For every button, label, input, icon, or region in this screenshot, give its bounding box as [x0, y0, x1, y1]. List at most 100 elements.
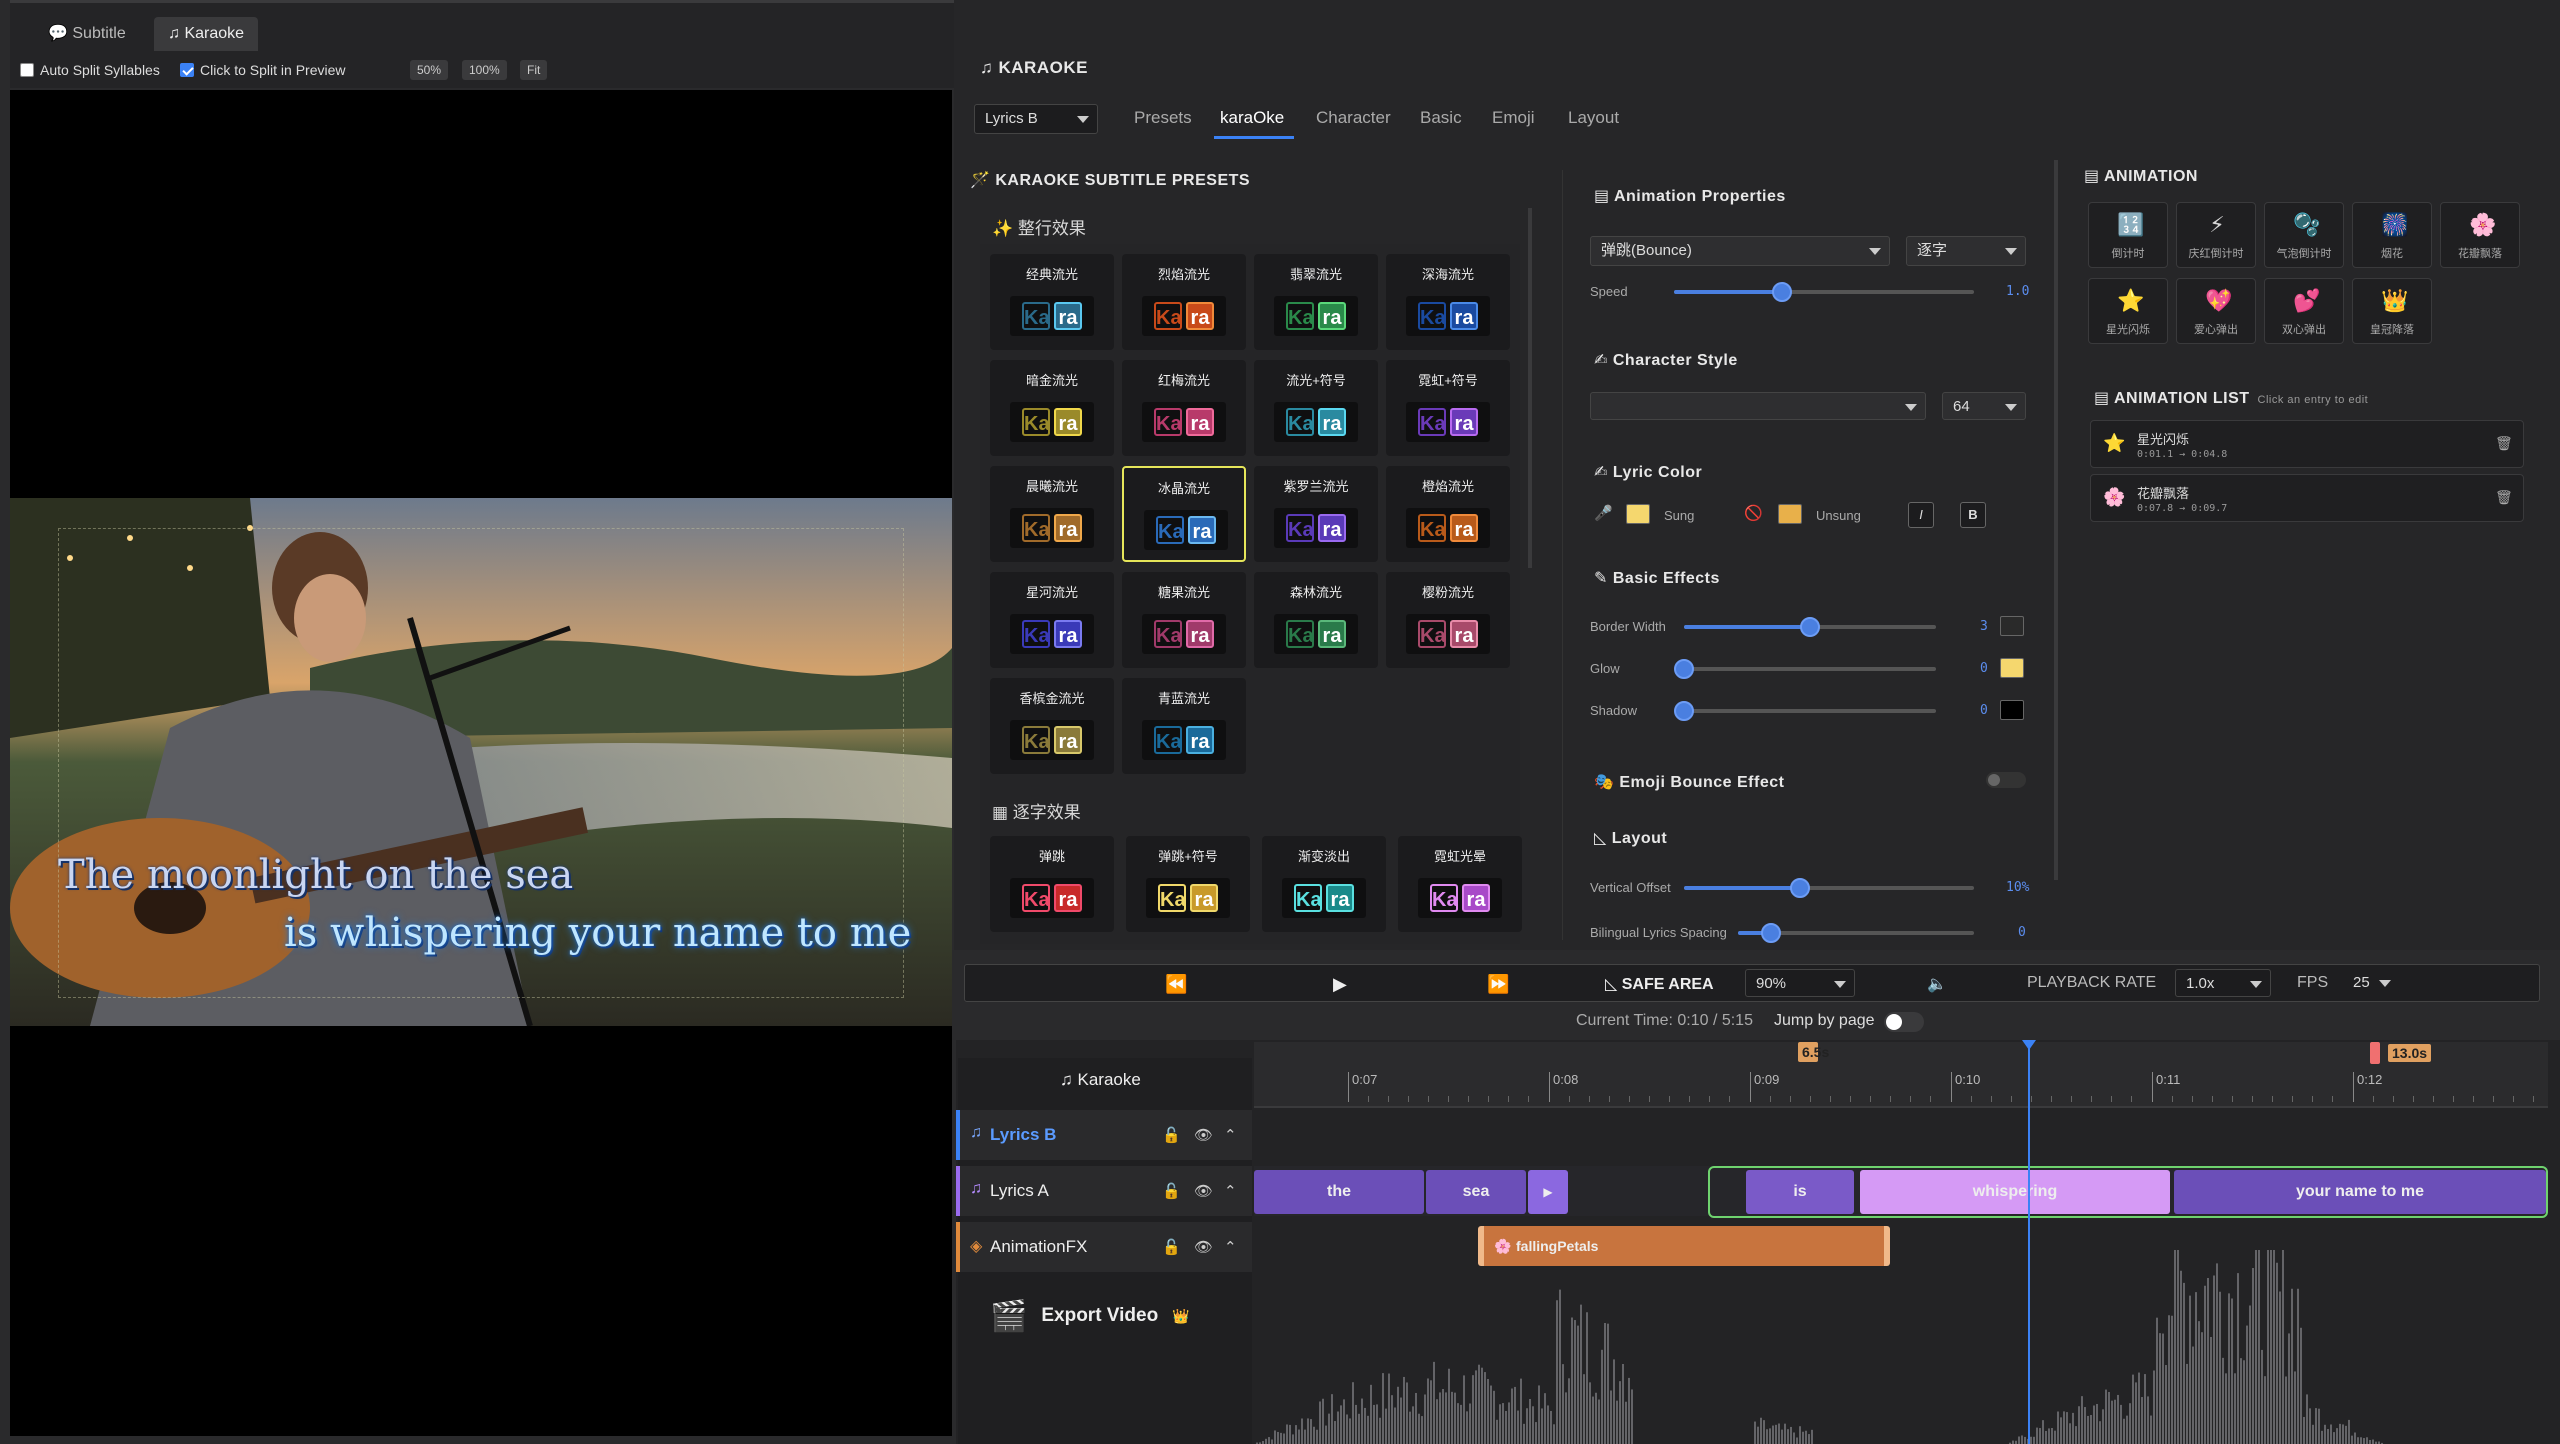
preset-card[interactable]: 糖果流光 Ka ra — [1122, 572, 1246, 668]
track-animationfx[interactable]: ◈ AnimationFX 🔓 👁 ⌃ — [956, 1222, 1252, 1272]
animation-card[interactable]: ⚡ 庆红倒计时 — [2176, 202, 2256, 268]
animation-card[interactable]: 🫧 气泡倒计时 — [2264, 202, 2344, 268]
char-preset-card[interactable]: 霓虹光晕 Ka ra — [1398, 836, 1522, 932]
bold-toggle[interactable]: B — [1960, 502, 1986, 528]
preset-card[interactable]: 烈焰流光 Ka ra — [1122, 254, 1246, 350]
lyric-clip-active[interactable]: whispering — [1860, 1170, 2170, 1214]
export-video-button[interactable]: 🎬 Export Video 👑 — [990, 1294, 1190, 1338]
preset-card[interactable]: 深海流光 Ka ra — [1386, 254, 1510, 350]
props-scrollbar[interactable] — [2054, 160, 2058, 880]
track-lyrics-a[interactable]: ♫ Lyrics A 🔓 👁 ⌃ — [956, 1166, 1252, 1216]
zoom-100-button[interactable]: 100% — [462, 60, 507, 80]
chevron-up-icon[interactable]: ⌃ — [1224, 1182, 1237, 1200]
glow-color-swatch[interactable] — [2000, 658, 2024, 678]
preset-card[interactable]: 霓虹+符号 Ka ra — [1386, 360, 1510, 456]
video-frame[interactable]: The moonlight on the sea is whispering y… — [10, 498, 952, 1026]
lyric-clip[interactable]: your name to me — [2174, 1170, 2546, 1214]
rewind-icon[interactable]: ⏪ — [1165, 974, 1187, 995]
presets-scrollbar[interactable] — [1528, 208, 1532, 568]
eye-icon[interactable]: 👁 — [1194, 1126, 1213, 1144]
slider-knob[interactable] — [1772, 282, 1792, 302]
preset-card[interactable]: 流光+符号 Ka ra — [1254, 360, 1378, 456]
spacing-slider[interactable] — [1738, 923, 1974, 943]
slider-knob[interactable] — [1674, 659, 1694, 679]
slider-knob[interactable] — [1800, 617, 1820, 637]
track-select[interactable]: Lyrics B — [974, 104, 1098, 134]
preset-card[interactable]: 晨曦流光 Ka ra — [990, 466, 1114, 562]
vertical-offset-slider[interactable] — [1684, 878, 1974, 898]
char-preset-card[interactable]: 弹跳+符号 Ka ra — [1126, 836, 1250, 932]
animation-card[interactable]: 🎆 烟花 — [2352, 202, 2432, 268]
auto-split-checkbox[interactable]: Auto Split Syllables — [20, 62, 160, 78]
slider-knob[interactable] — [1674, 701, 1694, 721]
glow-slider[interactable] — [1674, 659, 1936, 679]
anim-mode-select[interactable]: 逐字 — [1906, 236, 2026, 266]
lyric-clip[interactable]: the — [1254, 1170, 1424, 1214]
trash-icon[interactable]: 🗑 — [2495, 489, 2513, 506]
playback-rate-select[interactable]: 1.0x — [2175, 969, 2271, 997]
preset-card[interactable]: 冰晶流光 Ka ra — [1122, 466, 1246, 562]
chevron-up-icon[interactable]: ⌃ — [1224, 1238, 1237, 1256]
animation-card[interactable]: 💖 爱心弹出 — [2176, 278, 2256, 344]
marker-b-flag[interactable] — [2370, 1042, 2380, 1064]
preset-card[interactable]: 星河流光 Ka ra — [990, 572, 1114, 668]
fps-select[interactable]: 25 — [2343, 969, 2399, 997]
zoom-50-button[interactable]: 50% — [410, 60, 449, 80]
playhead[interactable] — [2028, 1044, 2030, 1444]
slider-knob[interactable] — [1761, 923, 1782, 943]
volume-icon[interactable]: 🔈 — [1927, 974, 1947, 994]
zoom-select[interactable]: 90% — [1745, 969, 1855, 997]
animation-entry[interactable]: 🌸 花瓣飘落 0:07.8 → 0:09.7 🗑 — [2090, 474, 2524, 522]
preset-card[interactable]: 青蓝流光 Ka ra — [1122, 678, 1246, 774]
nav-tab-character[interactable]: Character — [1316, 108, 1391, 128]
speed-slider[interactable] — [1674, 282, 1974, 302]
chevron-up-icon[interactable]: ⌃ — [1224, 1126, 1237, 1144]
animation-entry[interactable]: ⭐ 星光闪烁 0:01.1 → 0:04.8 🗑 — [2090, 420, 2524, 468]
tab-karaoke[interactable]: ♫ Karaoke — [154, 17, 259, 51]
safe-area-toggle[interactable]: ◺ SAFE AREA — [1605, 974, 1714, 994]
preset-card[interactable]: 樱粉流光 Ka ra — [1386, 572, 1510, 668]
font-family-select[interactable] — [1590, 392, 1926, 420]
preset-card[interactable]: 紫罗兰流光 Ka ra — [1254, 466, 1378, 562]
nav-tab-layout[interactable]: Layout — [1568, 108, 1619, 128]
border-width-slider[interactable] — [1684, 617, 1936, 637]
eye-icon[interactable]: 👁 — [1194, 1238, 1213, 1256]
tab-subtitle[interactable]: 💬 Subtitle — [34, 17, 140, 51]
preset-card[interactable]: 森林流光 Ka ra — [1254, 572, 1378, 668]
font-size-select[interactable]: 64 — [1942, 392, 2026, 420]
nav-tab-basic[interactable]: Basic — [1420, 108, 1462, 128]
animation-card[interactable]: ⭐ 星光闪烁 — [2088, 278, 2168, 344]
italic-toggle[interactable]: I — [1908, 502, 1934, 528]
nav-tab-presets[interactable]: Presets — [1134, 108, 1192, 128]
preset-card[interactable]: 暗金流光 Ka ra — [990, 360, 1114, 456]
jump-toggle[interactable] — [1884, 1012, 1924, 1032]
zoom-fit-button[interactable]: Fit — [520, 60, 548, 80]
track-lyrics-b[interactable]: ♫ Lyrics B 🔓 👁 ⌃ — [956, 1110, 1252, 1160]
char-preset-card[interactable]: 渐变淡出 Ka ra — [1262, 836, 1386, 932]
animation-card[interactable]: 💕 双心弹出 — [2264, 278, 2344, 344]
shadow-color-swatch[interactable] — [2000, 700, 2024, 720]
slider-knob[interactable] — [1790, 878, 1810, 898]
preset-card[interactable]: 红梅流光 Ka ra — [1122, 360, 1246, 456]
animation-card[interactable]: 🔢 倒计时 — [2088, 202, 2168, 268]
lyric-clip[interactable]: sea — [1426, 1170, 1526, 1214]
trash-icon[interactable]: 🗑 — [2495, 435, 2513, 452]
lock-icon[interactable]: 🔓 — [1162, 1126, 1181, 1144]
lock-icon[interactable]: 🔓 — [1162, 1238, 1181, 1256]
preset-card[interactable]: 香槟金流光 Ka ra — [990, 678, 1114, 774]
fast-forward-icon[interactable]: ⏩ — [1487, 974, 1509, 995]
char-preset-card[interactable]: 弹跳 Ka ra — [990, 836, 1114, 932]
nav-tab-emoji[interactable]: Emoji — [1492, 108, 1535, 128]
animation-card[interactable]: 🌸 花瓣飘落 — [2440, 202, 2520, 268]
shadow-slider[interactable] — [1674, 701, 1936, 721]
lyric-clip[interactable]: is — [1746, 1170, 1854, 1214]
animation-card[interactable]: 👑 皇冠降落 — [2352, 278, 2432, 344]
sung-color-swatch[interactable] — [1626, 504, 1650, 524]
eye-icon[interactable]: 👁 — [1194, 1182, 1213, 1200]
fx-clip[interactable]: 🌸 fallingPetals — [1478, 1226, 1890, 1266]
preset-card[interactable]: 翡翠流光 Ka ra — [1254, 254, 1378, 350]
unsung-color-swatch[interactable] — [1778, 504, 1802, 524]
subtitle-line-1[interactable]: The moonlight on the sea — [58, 852, 573, 898]
time-ruler[interactable]: 0:07 0:08 0:09 0:10 0:11 0:12 — [1254, 1042, 2548, 1106]
animation-select[interactable]: 弹跳(Bounce) — [1590, 236, 1890, 266]
